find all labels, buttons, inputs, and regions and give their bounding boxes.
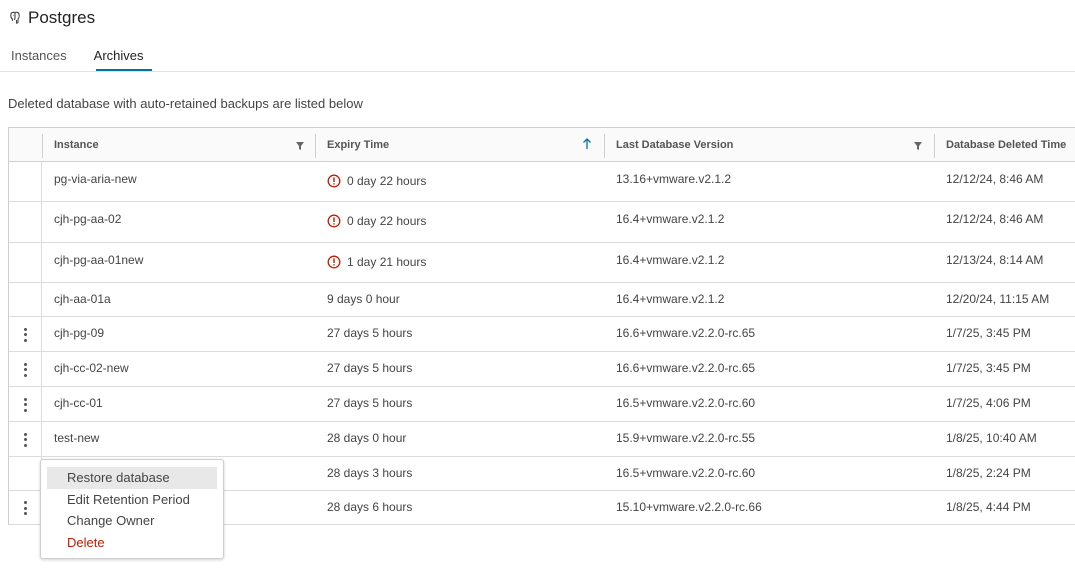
database-deleted-time: 1/8/25, 4:44 PM (946, 500, 1031, 514)
instance-name: cjh-pg-aa-02 (54, 212, 122, 226)
database-version: 13.16+vmware.v2.1.2 (616, 172, 732, 186)
expiry-warning: 0 day 22 hours (327, 214, 426, 228)
expiry-warning: 1 day 21 hours (327, 255, 426, 269)
kebab-menu-icon[interactable] (22, 327, 28, 343)
table-row[interactable]: cjh-pg-aa-01new 1 day 21 hours 16.4+vmware… (9, 243, 1075, 283)
database-version: 15.10+vmware.v2.2.0-rc.66 (616, 500, 762, 514)
column-separator (42, 134, 43, 158)
expiry-time: 27 days 5 hours (327, 361, 413, 375)
column-header-last-database-version[interactable]: Last Database Version (616, 128, 733, 162)
menu-item-restore-database[interactable]: Restore database (47, 467, 217, 489)
table-row[interactable]: test-new 28 days 0 hour 15.9+vmware.v2.2.0… (9, 422, 1075, 457)
alert-circle-icon (327, 214, 341, 228)
expiry-time: 0 day 22 hours (327, 214, 426, 231)
datagrid-header: Instance Expiry Time Last Database Versi… (9, 128, 1075, 162)
expiry-time-text: 0 day 22 hours (347, 214, 427, 228)
sort-ascending-icon[interactable] (582, 138, 592, 150)
database-version: 16.5+vmware.v2.2.0-rc.60 (616, 396, 756, 410)
expiry-time: 9 days 0 hour (327, 292, 400, 306)
expiry-time: 28 days 3 hours (327, 466, 413, 480)
active-tab-indicator (96, 69, 152, 71)
column-header-instance[interactable]: Instance (54, 128, 99, 162)
row-actions-cell (9, 283, 42, 316)
instance-name: test-new (54, 431, 100, 445)
database-deleted-time: 1/7/25, 3:45 PM (946, 326, 1031, 340)
database-version: 16.4+vmware.v2.1.2 (616, 292, 725, 306)
kebab-menu-icon[interactable] (22, 362, 28, 378)
database-version: 15.9+vmware.v2.2.0-rc.55 (616, 431, 756, 445)
expiry-time-text: 0 day 22 hours (347, 174, 427, 188)
instance-name: cjh-pg-aa-01new (54, 253, 144, 267)
kebab-menu-icon[interactable] (22, 500, 28, 516)
row-actions-cell (9, 457, 42, 490)
database-deleted-time: 1/8/25, 2:24 PM (946, 466, 1031, 480)
database-deleted-time: 12/12/24, 8:46 AM (946, 212, 1044, 226)
column-separator (934, 134, 935, 158)
row-actions-cell (9, 387, 42, 421)
kebab-menu-icon[interactable] (22, 432, 28, 448)
database-deleted-time: 12/12/24, 8:46 AM (946, 172, 1044, 186)
database-version: 16.5+vmware.v2.2.0-rc.60 (616, 466, 756, 480)
row-actions-menu: Restore database Edit Retention Period C… (40, 459, 224, 559)
database-deleted-time: 1/7/25, 4:06 PM (946, 396, 1031, 410)
table-row[interactable]: cjh-pg-09 27 days 5 hours 16.6+vmware.v2.2… (9, 317, 1075, 352)
menu-item-delete[interactable]: Delete (47, 532, 217, 554)
menu-item-edit-retention-period[interactable]: Edit Retention Period (47, 489, 217, 511)
postgres-elephant-icon (10, 11, 20, 24)
expiry-warning: 0 day 22 hours (327, 174, 426, 188)
database-version: 16.4+vmware.v2.1.2 (616, 212, 725, 226)
table-row[interactable]: pg-via-aria-new 0 day 22 hours 13.16+vmwar… (9, 162, 1075, 202)
expiry-time: 27 days 5 hours (327, 396, 413, 410)
kebab-menu-icon[interactable] (22, 397, 28, 413)
column-separator (315, 134, 316, 158)
row-actions-cell (9, 352, 42, 386)
instance-name: cjh-cc-02-new (54, 361, 129, 375)
row-actions-cell (9, 162, 42, 201)
database-deleted-time: 12/20/24, 11:15 AM (946, 292, 1050, 306)
row-actions-cell (9, 243, 42, 282)
tab-instances[interactable]: Instances (0, 48, 86, 72)
instance-name: pg-via-aria-new (54, 172, 137, 186)
expiry-time: 28 days 0 hour (327, 431, 407, 445)
table-row[interactable]: cjh-cc-02-new 27 days 5 hours 16.6+vmware.… (9, 352, 1075, 387)
archives-description: Deleted database with auto-retained back… (8, 96, 363, 111)
database-deleted-time: 1/8/25, 10:40 AM (946, 431, 1037, 445)
alert-circle-icon (327, 255, 341, 269)
tabs-divider (0, 71, 1075, 72)
row-actions-cell (9, 202, 42, 242)
instance-name: cjh-aa-01a (54, 292, 111, 306)
database-deleted-time: 1/7/25, 3:45 PM (946, 361, 1031, 375)
alert-circle-icon (327, 174, 341, 188)
expiry-time: 27 days 5 hours (327, 326, 413, 340)
table-row[interactable]: cjh-cc-01 27 days 5 hours 16.5+vmware.v2.2… (9, 387, 1075, 422)
row-actions-cell (9, 491, 42, 524)
database-deleted-time: 12/13/24, 8:14 AM (946, 253, 1044, 267)
page-header: Postgres (8, 8, 95, 28)
menu-item-change-owner[interactable]: Change Owner (47, 510, 217, 532)
row-actions-cell (9, 317, 42, 351)
column-header-expiry-time[interactable]: Expiry Time (327, 128, 389, 162)
filter-icon[interactable] (914, 142, 922, 150)
column-header-database-deleted-time[interactable]: Database Deleted Time (946, 128, 1066, 162)
column-separator (604, 134, 605, 158)
expiry-time: 0 day 22 hours (327, 174, 426, 191)
filter-icon[interactable] (296, 142, 304, 150)
page-title: Postgres (28, 8, 96, 27)
database-version: 16.4+vmware.v2.1.2 (616, 253, 725, 267)
database-version: 16.6+vmware.v2.2.0-rc.65 (616, 361, 756, 375)
expiry-time: 28 days 6 hours (327, 500, 413, 514)
database-version: 16.6+vmware.v2.2.0-rc.65 (616, 326, 756, 340)
expiry-time: 1 day 21 hours (327, 255, 426, 272)
expiry-time-text: 1 day 21 hours (347, 255, 427, 269)
row-actions-cell (9, 422, 42, 456)
instance-name: cjh-pg-09 (54, 326, 105, 340)
table-row[interactable]: cjh-pg-aa-02 0 day 22 hours 16.4+vmware.v2… (9, 202, 1075, 243)
instance-name: cjh-cc-01 (54, 396, 103, 410)
table-row[interactable]: cjh-aa-01a 9 days 0 hour 16.4+vmware.v2.1.… (9, 283, 1075, 317)
